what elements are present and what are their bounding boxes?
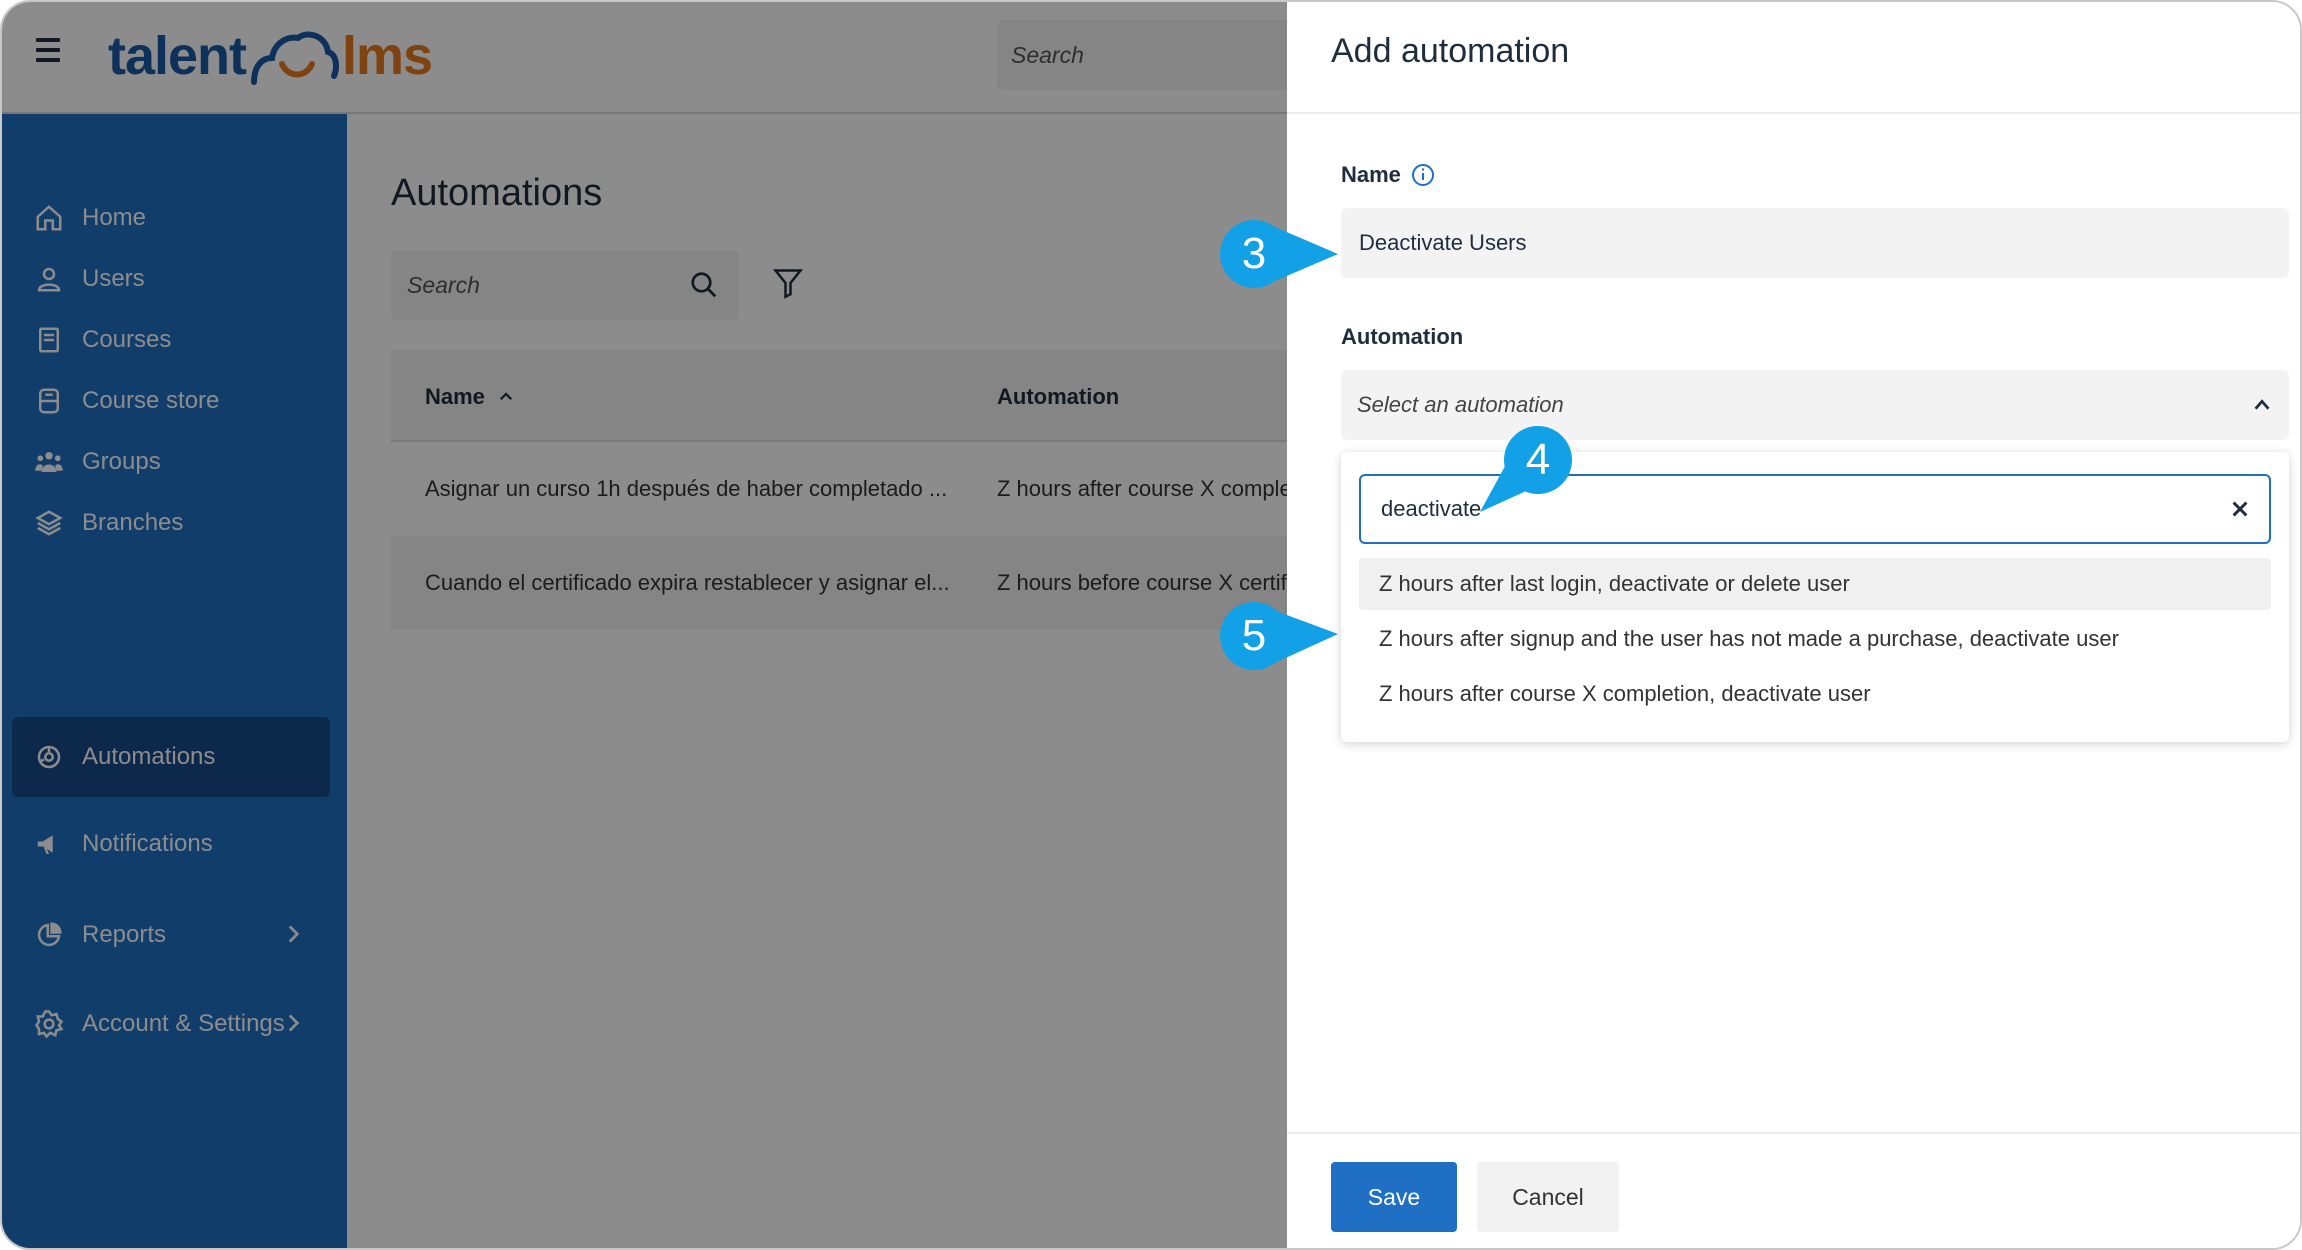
name-field-label: Name <box>1341 162 1435 188</box>
dropdown-search-value: deactivate <box>1381 496 1482 521</box>
callout-number: 4 <box>1504 426 1572 494</box>
info-icon[interactable] <box>1411 163 1435 187</box>
dropdown-option[interactable]: Z hours after course X completion, deact… <box>1359 668 2271 720</box>
base-app: talent lms Search Home Users Courses Cou… <box>2 2 1327 1248</box>
name-input[interactable]: Deactivate Users <box>1341 208 2289 278</box>
modal-backdrop[interactable] <box>2 2 1287 1248</box>
callout-step-3: 3 <box>1218 216 1342 292</box>
drawer-footer: Save Cancel <box>1287 1132 2300 1248</box>
save-button[interactable]: Save <box>1331 1162 1457 1232</box>
automation-select-placeholder: Select an automation <box>1357 392 1564 417</box>
drawer-title: Add automation <box>1331 32 1570 70</box>
callout-step-5: 5 <box>1218 600 1342 676</box>
cancel-button[interactable]: Cancel <box>1477 1162 1619 1232</box>
callout-number: 5 <box>1220 602 1288 670</box>
callout-number: 3 <box>1220 220 1288 288</box>
chevron-up-icon <box>2254 399 2270 410</box>
drawer-header: Add automation <box>1287 2 2300 114</box>
app-window: talent lms Search Home Users Courses Cou… <box>0 0 2302 1250</box>
clear-icon[interactable] <box>2229 498 2251 520</box>
add-automation-drawer: Add automation Name Deactivate Users Aut… <box>1287 2 2300 1248</box>
dropdown-option[interactable]: Z hours after signup and the user has no… <box>1359 613 2271 665</box>
dropdown-option[interactable]: Z hours after last login, deactivate or … <box>1359 558 2271 610</box>
callout-step-4: 4 <box>1476 426 1586 516</box>
name-input-value: Deactivate Users <box>1359 230 1527 255</box>
automation-field-label: Automation <box>1341 324 1464 349</box>
